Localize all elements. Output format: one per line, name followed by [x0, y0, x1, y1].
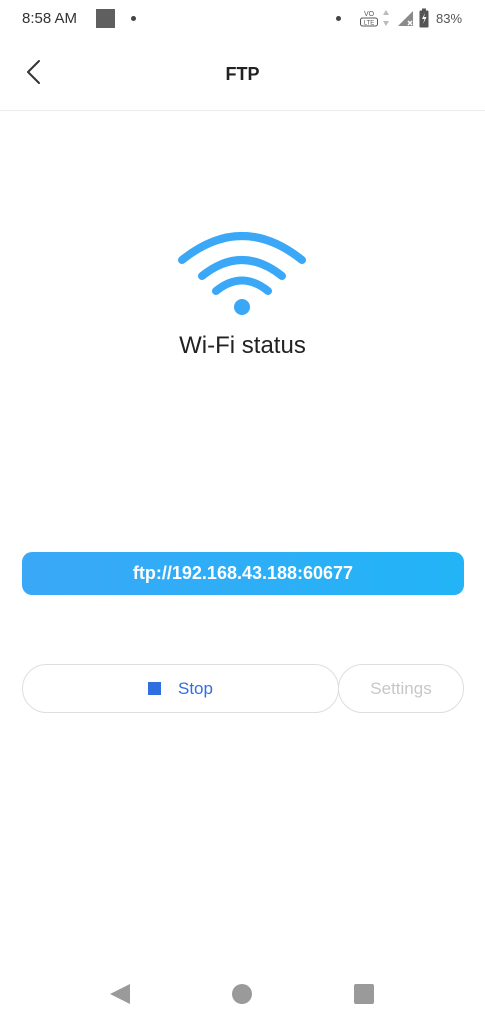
nav-recents-icon[interactable] — [354, 984, 374, 1004]
settings-label: Settings — [370, 678, 432, 698]
ftp-address-text: ftp://192.168.43.188:60677 — [132, 563, 354, 583]
stop-square-icon — [148, 682, 161, 695]
svg-text:VO: VO — [364, 11, 375, 18]
volte-icon: VO LTE — [360, 11, 378, 27]
settings-button[interactable]: Settings — [338, 664, 464, 713]
notification-dot-icon — [131, 16, 136, 21]
battery-percent: 83% — [436, 11, 463, 26]
nav-back-icon[interactable] — [109, 983, 131, 1005]
wifi-status-label: Wi-Fi status — [179, 332, 306, 359]
notification-square-icon — [96, 9, 115, 28]
status-bar: 8:58 AM VO LTE 83% — [0, 0, 485, 36]
app-header: FTP — [0, 36, 485, 111]
signal-icon — [398, 11, 413, 26]
stop-button[interactable]: Stop — [22, 664, 339, 713]
svg-text:LTE: LTE — [364, 21, 375, 27]
battery-icon — [419, 8, 429, 28]
nav-home-icon[interactable] — [232, 984, 252, 1004]
status-time: 8:58 AM — [22, 10, 78, 27]
page-title: FTP — [225, 64, 260, 84]
wifi-icon — [178, 232, 306, 315]
ftp-address-bar[interactable]: ftp://192.168.43.188:60677 — [22, 552, 464, 595]
stop-label: Stop — [178, 678, 213, 698]
data-arrows-icon — [383, 10, 389, 26]
status-dot-icon — [336, 16, 341, 21]
